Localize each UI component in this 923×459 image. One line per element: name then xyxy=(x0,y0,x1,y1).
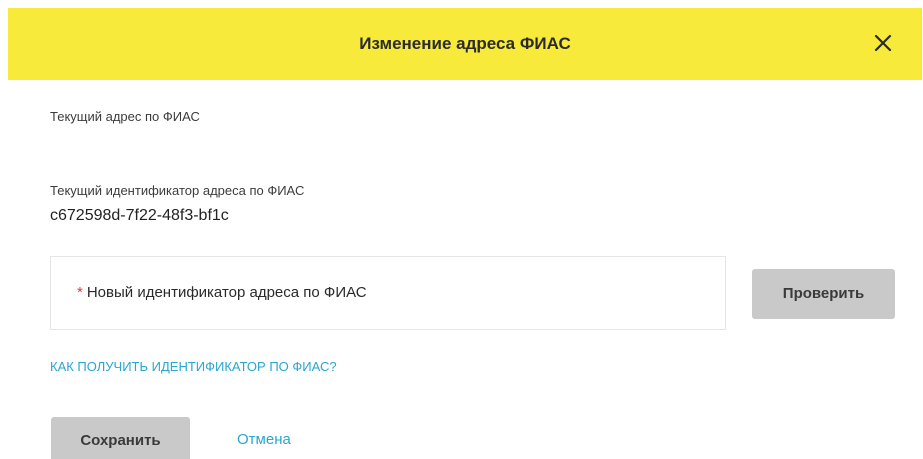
current-id-label: Текущий идентификатор адреса по ФИАС xyxy=(50,183,305,198)
new-id-label: * Новый идентификатор адреса по ФИАС xyxy=(77,284,367,301)
current-address-label: Текущий адрес по ФИАС xyxy=(50,109,200,124)
required-mark: * xyxy=(77,284,83,301)
current-id-value: c672598d-7f22-48f3-bf1c xyxy=(50,207,229,224)
new-id-label-text: Новый идентификатор адреса по ФИАС xyxy=(86,284,367,301)
close-icon[interactable] xyxy=(874,34,892,52)
fias-address-dialog: Изменение адреса ФИАС Текущий адрес по Ф… xyxy=(0,0,923,459)
save-button[interactable]: Сохранить xyxy=(51,417,190,459)
dialog-title: Изменение адреса ФИАС xyxy=(359,34,571,53)
dialog-header: Изменение адреса ФИАС xyxy=(8,8,922,80)
new-id-field[interactable]: * Новый идентификатор адреса по ФИАС xyxy=(50,256,726,330)
cancel-link[interactable]: Отмена xyxy=(237,431,291,448)
how-to-get-id-link[interactable]: КАК ПОЛУЧИТЬ ИДЕНТИФИКАТОР ПО ФИАС? xyxy=(50,359,337,374)
check-button[interactable]: Проверить xyxy=(752,269,895,319)
